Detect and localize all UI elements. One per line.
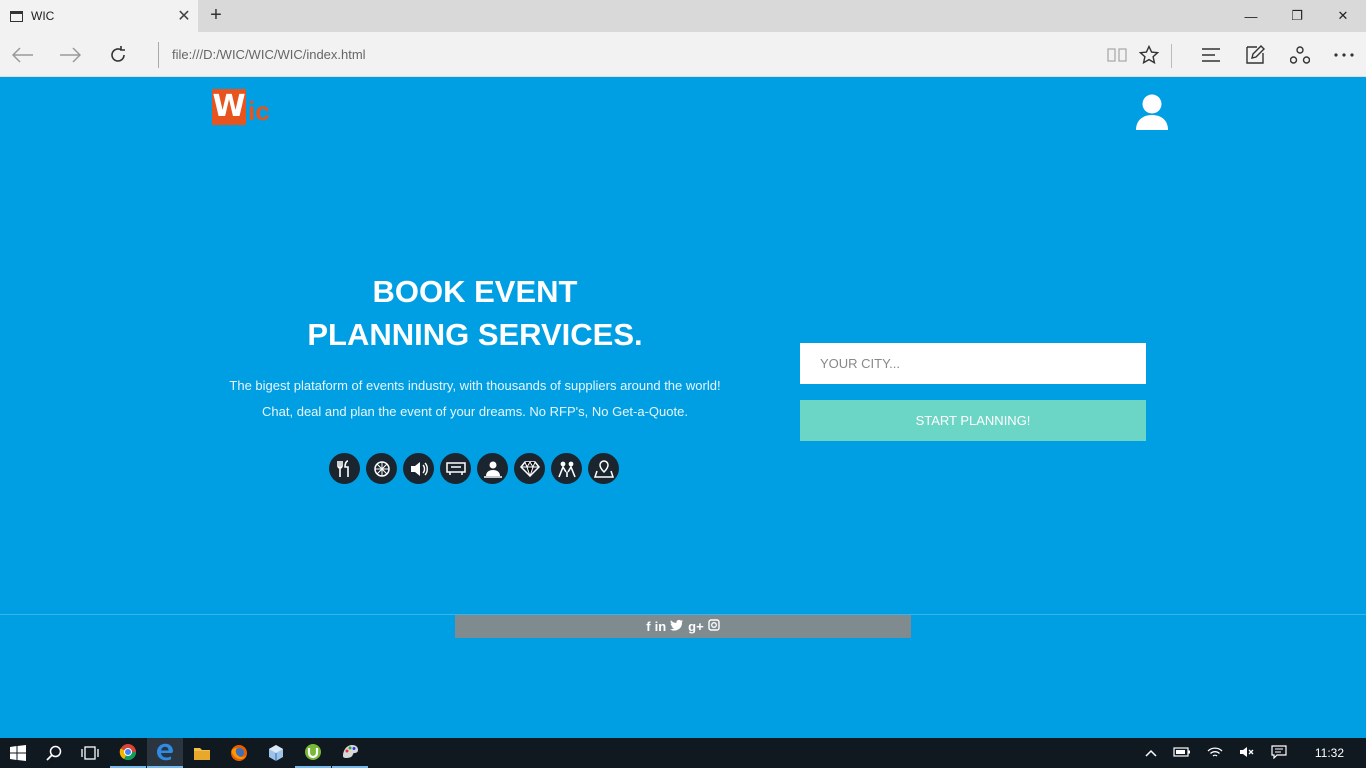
start-planning-button[interactable]: START PLANNING! bbox=[800, 400, 1146, 441]
hub-icon[interactable] bbox=[1196, 40, 1226, 70]
twitter-icon[interactable] bbox=[670, 619, 684, 634]
back-arrow-icon[interactable] bbox=[8, 40, 38, 70]
party-icon[interactable] bbox=[551, 453, 582, 484]
task-view-icon[interactable] bbox=[72, 738, 108, 768]
tab-close-icon[interactable]: ✕ bbox=[170, 6, 198, 26]
logo-text: ic bbox=[248, 96, 270, 126]
window-controls: — ❐ ✕ bbox=[1228, 0, 1366, 32]
refresh-icon[interactable] bbox=[103, 40, 133, 70]
logo-mark: W bbox=[212, 89, 246, 125]
location-icon[interactable] bbox=[588, 453, 619, 484]
close-window-button[interactable]: ✕ bbox=[1320, 0, 1366, 32]
page-subtitle: The bigest plataform of events industry,… bbox=[200, 373, 750, 425]
edge-icon[interactable] bbox=[147, 738, 183, 768]
web-page: W ic BOOK EVENT PLANNING SERVICES. The b… bbox=[0, 77, 1366, 738]
headline-line-1: BOOK EVENT bbox=[372, 274, 578, 309]
restore-button[interactable]: ❐ bbox=[1274, 0, 1320, 32]
windows-taskbar: 11:32 bbox=[0, 738, 1366, 768]
subtitle-line-2: Chat, deal and plan the event of your dr… bbox=[262, 404, 688, 419]
minimize-button[interactable]: — bbox=[1228, 0, 1274, 32]
address-field[interactable]: file:///D:/WIC/WIC/WIC/index.html bbox=[158, 42, 366, 68]
wic-logo[interactable]: W ic bbox=[212, 87, 270, 125]
browser-address-bar: file:///D:/WIC/WIC/WIC/index.html bbox=[0, 32, 1366, 77]
start-icon[interactable] bbox=[0, 738, 36, 768]
linkedin-icon[interactable]: in bbox=[655, 619, 667, 634]
jewelry-icon[interactable] bbox=[514, 453, 545, 484]
notifications-icon[interactable] bbox=[1271, 744, 1287, 762]
audio-video-icon[interactable] bbox=[403, 453, 434, 484]
headline-line-2: PLANNING SERVICES. bbox=[307, 317, 643, 352]
wifi-icon[interactable] bbox=[1207, 746, 1223, 761]
web-note-icon[interactable] bbox=[1240, 40, 1270, 70]
tab-title: WIC bbox=[31, 9, 55, 23]
file-explorer-icon[interactable] bbox=[184, 738, 220, 768]
clock[interactable]: 11:32 bbox=[1315, 746, 1344, 760]
page-icon bbox=[10, 10, 23, 22]
social-links-bar: f in g+ bbox=[455, 615, 911, 638]
favorite-star-icon[interactable] bbox=[1134, 40, 1164, 70]
service-icons bbox=[329, 453, 619, 484]
browser-tab-bar: WIC ✕ + — ❐ ✕ bbox=[0, 0, 1366, 32]
paint-icon[interactable] bbox=[332, 738, 368, 768]
virtualbox-icon[interactable] bbox=[258, 738, 294, 768]
toolbar-separator bbox=[1171, 44, 1172, 68]
page-headline: BOOK EVENT PLANNING SERVICES. bbox=[230, 270, 720, 356]
catering-icon[interactable] bbox=[329, 453, 360, 484]
volume-muted-icon[interactable] bbox=[1239, 746, 1255, 761]
new-tab-button[interactable]: + bbox=[204, 4, 228, 28]
facebook-icon[interactable]: f bbox=[646, 619, 650, 634]
firefox-icon[interactable] bbox=[221, 738, 257, 768]
battery-icon[interactable] bbox=[1173, 746, 1191, 760]
subtitle-line-1: The bigest plataform of events industry,… bbox=[229, 378, 721, 393]
decoration-icon[interactable] bbox=[366, 453, 397, 484]
more-icon[interactable] bbox=[1329, 40, 1359, 70]
google-plus-icon[interactable]: g+ bbox=[688, 619, 704, 634]
city-input[interactable] bbox=[800, 343, 1146, 384]
user-account-icon[interactable] bbox=[1134, 93, 1170, 131]
browser-tab[interactable]: WIC ✕ bbox=[0, 0, 198, 32]
system-tray: 11:32 bbox=[1137, 738, 1366, 768]
chrome-icon[interactable] bbox=[110, 738, 146, 768]
chevron-up-icon[interactable] bbox=[1145, 746, 1157, 760]
search-icon[interactable] bbox=[36, 738, 72, 768]
entertainment-icon[interactable] bbox=[477, 453, 508, 484]
instagram-icon[interactable] bbox=[708, 619, 720, 634]
venue-icon[interactable] bbox=[440, 453, 471, 484]
forward-arrow-icon[interactable] bbox=[55, 40, 85, 70]
utorrent-icon[interactable] bbox=[295, 738, 331, 768]
reading-view-icon[interactable] bbox=[1102, 40, 1132, 70]
share-icon[interactable] bbox=[1285, 40, 1315, 70]
